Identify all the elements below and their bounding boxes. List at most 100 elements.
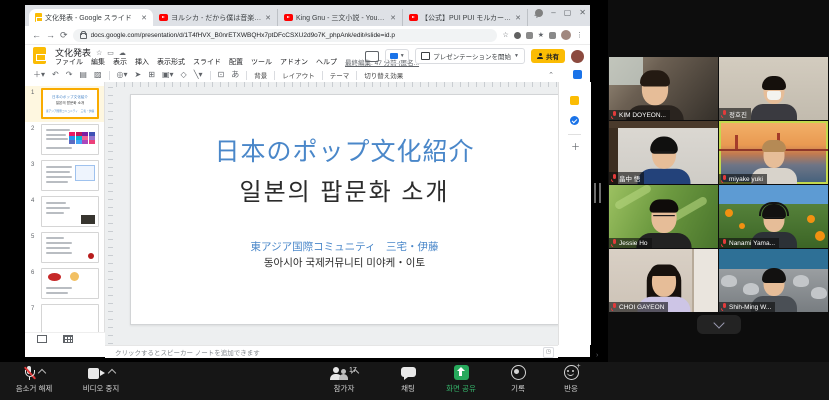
back-icon[interactable]: ← [32,31,41,40]
forward-icon[interactable]: → [46,31,55,40]
maximize-button[interactable]: ▢ [564,8,572,17]
chrome-menu-icon[interactable]: ⋮ [576,31,583,39]
minimize-button[interactable]: – [551,8,555,17]
filmstrip-view-icon[interactable] [37,335,47,343]
tab-close-icon[interactable]: ✕ [515,14,521,22]
thumbnail-canvas[interactable]: 日本のポップ文化紹介 일본의 팝문화 소개 東アジア国際コミュニティ 三宅・伊藤 [41,88,99,119]
tab-youtube-1[interactable]: ヨルシカ - だから僕は音楽を辞めた ✕ [153,9,278,26]
transition-button[interactable]: 切り替え効果 [364,70,403,80]
keep-icon[interactable] [570,96,579,105]
reload-icon[interactable]: ⟳ [60,31,68,40]
thumbnail-canvas[interactable] [41,124,99,155]
video-tile[interactable]: Shih-Ming W... [719,249,828,312]
slide-thumbnail-3[interactable]: 3 [25,158,104,194]
menu-format[interactable]: 表示形式 [157,57,185,67]
menu-view[interactable]: 表示 [113,57,127,67]
speaker-notes-placeholder[interactable]: クリックするとスピーカー ノートを追加できます [105,347,543,357]
tasks-icon[interactable] [570,116,579,125]
extensions-puzzle-icon[interactable] [549,32,556,39]
bookmark-star-icon[interactable]: ☆ [502,31,508,39]
extension-icon[interactable] [514,32,521,39]
thumbnail-canvas[interactable] [41,268,99,299]
slide-title-japanese[interactable]: 日本のポップ文化紹介 [131,132,558,168]
menu-insert[interactable]: 挿入 [135,57,149,67]
slide-thumbnail-4[interactable]: 4 [25,194,104,230]
tab-slides[interactable]: 文化発表 - Google スライド ✕ [29,9,153,26]
text-box-icon[interactable]: ⊞ [148,71,155,79]
extension-pin-icon[interactable]: ★ [538,31,544,39]
print-icon[interactable]: ▤ [79,71,87,79]
omnibox[interactable]: docs.google.com/presentation/d/1T4fHVX_B… [73,29,498,42]
tab-close-icon[interactable]: ✕ [390,14,396,22]
comment-icon[interactable]: ⊡ [218,71,225,79]
addon-icon[interactable] [573,70,582,79]
paint-format-icon[interactable]: ▨ [94,71,102,79]
menu-tools[interactable]: ツール [251,57,272,67]
tab-close-icon[interactable]: ✕ [141,14,147,22]
insert-line-icon[interactable]: ╲▾ [194,71,203,79]
meet-button[interactable]: ▼ [385,49,409,64]
zoom-icon[interactable]: ◎▾ [117,71,128,79]
undo-icon[interactable]: ↶ [52,71,59,79]
audio-options-chevron[interactable] [38,369,46,377]
chrome-avatar[interactable] [561,30,571,40]
participants-options-chevron[interactable] [351,369,359,377]
close-button[interactable]: ✕ [579,8,586,17]
layout-button[interactable]: レイアウト [282,70,315,80]
collapse-toolbar-icon[interactable]: ⌃ [548,71,554,79]
google-slides-logo[interactable] [33,47,46,64]
slide-thumbnail-6[interactable]: 6 [25,266,104,302]
chat-button[interactable]: 채팅 [386,365,430,397]
background-button[interactable]: 背景 [254,70,267,80]
video-tile[interactable]: Nanami Yama... [719,185,828,248]
menu-file[interactable]: ファイル [55,57,83,67]
speaker-notes-bar[interactable]: クリックするとスピーカー ノートを追加できます ◳ [105,345,558,358]
video-tile[interactable]: 정호진 [719,57,828,120]
share-button[interactable]: 共有 [531,49,565,63]
redo-icon[interactable]: ↷ [66,71,73,79]
extension-icon[interactable] [526,32,533,39]
reactions-button[interactable]: + 반응 [546,365,596,397]
menu-slide[interactable]: スライド [193,57,221,67]
slide-subtitle-japanese[interactable]: 東アジア国際コミュニティ 三宅・伊藤 [131,239,558,254]
video-tile[interactable]: CHOI GAYEON [609,249,718,312]
hide-side-panel-icon[interactable]: › [596,352,598,359]
select-cursor-icon[interactable]: ➤ [135,71,142,79]
menu-addons[interactable]: アドオン [280,57,308,67]
video-tile[interactable]: KIM DOYEON... [609,57,718,120]
insert-image-icon[interactable]: ▣▾ [162,71,174,79]
tab-youtube-2[interactable]: King Gnu - 三文小説 - YouTube ✕ [278,9,403,26]
panel-resize-handle[interactable] [594,183,601,203]
add-addon-icon[interactable]: ＋ [571,140,580,153]
menu-arrange[interactable]: 配置 [229,57,243,67]
tab-close-icon[interactable]: ✕ [265,14,271,22]
text-format-icon[interactable]: あ [231,71,239,79]
stop-video-button[interactable]: 비디오 중지 [68,365,134,397]
insert-shape-icon[interactable]: ◇ [181,71,187,79]
thumbnail-canvas[interactable] [41,160,99,191]
browser-profile-icon[interactable] [535,9,543,17]
star-icon[interactable]: ☆ [96,49,102,57]
thumbnail-canvas[interactable] [41,304,99,335]
explore-button[interactable]: ◳ [543,347,554,358]
menu-edit[interactable]: 編集 [91,57,105,67]
video-tile-active-speaker[interactable]: miyake yuki [719,121,828,184]
slide-thumbnail-2[interactable]: 2 [25,122,104,158]
unmute-button[interactable]: 음소거 해제 [4,365,64,397]
slide-subtitle-korean[interactable]: 동아시아 국제커뮤니티 미야케・이토 [131,255,558,270]
thumbnail-canvas[interactable] [41,232,99,263]
slide-thumbnail-1[interactable]: 1 日本のポップ文化紹介 일본의 팝문화 소개 東アジア国際コミュニティ 三宅・… [25,86,104,122]
current-slide[interactable]: 日本のポップ文化紹介 일본의 팝문화 소개 東アジア国際コミュニティ 三宅・伊藤… [130,94,558,325]
move-folder-icon[interactable]: ▭ [107,49,114,57]
share-screen-button[interactable]: 화면 공유 [434,365,488,397]
thumbnail-canvas[interactable] [41,196,99,227]
video-options-chevron[interactable] [107,369,115,377]
slide-title-korean[interactable]: 일본의 팝문화 소개 [131,172,558,207]
tab-youtube-3[interactable]: 【公式】PUI PUI モルカー 第1話 ✕ [403,9,528,26]
scroll-participants-button[interactable] [697,315,741,334]
video-tile[interactable]: Jessie Ho [609,185,718,248]
chevron-down-icon[interactable]: ▼ [514,53,519,59]
slide-thumbnail-5[interactable]: 5 [25,230,104,266]
video-tile[interactable]: 畠中 悟 [609,121,718,184]
present-button[interactable]: プレゼンテーションを開始 ▼ [415,48,525,64]
